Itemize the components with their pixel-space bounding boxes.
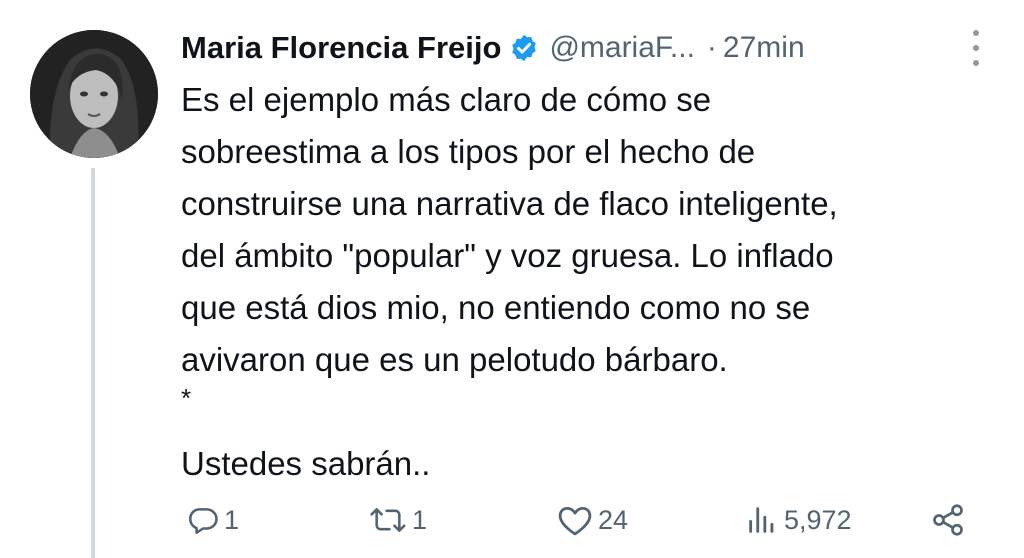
- text-line: construirse una narrativa de flaco intel…: [181, 185, 838, 222]
- text-line: avivaron que es un pelotudo bárbaro.: [181, 341, 728, 378]
- tweet[interactable]: Maria Florencia Freijo @mariaF... · 27mi…: [0, 0, 1024, 558]
- text-line: Ustedes sabrán..: [181, 445, 431, 482]
- separator-dot: ·: [706, 31, 717, 64]
- reply-icon: [188, 508, 218, 535]
- heart-icon: [558, 507, 592, 536]
- avatar-photo: [30, 30, 158, 158]
- share-button[interactable]: [930, 498, 966, 542]
- timestamp[interactable]: 27min: [723, 31, 805, 65]
- text-line: sobreestima a los tipos por el hecho de: [181, 133, 756, 170]
- like-count: 24: [598, 504, 629, 535]
- text-line: que está dios mio, no entiendo como no s…: [181, 289, 811, 326]
- repost-icon: [370, 508, 406, 532]
- repost-button[interactable]: 1: [368, 498, 427, 542]
- reply-button[interactable]: 1: [186, 498, 239, 542]
- reply-count: 1: [224, 504, 240, 535]
- share-icon: [933, 504, 963, 536]
- action-bar: 1 1 24 5,972: [0, 498, 1024, 542]
- avatar[interactable]: [30, 30, 158, 158]
- author-handle[interactable]: @mariaF...: [549, 31, 694, 65]
- text-line: *: [181, 383, 192, 413]
- text-line: Es el ejemplo más claro de cómo se: [181, 81, 712, 118]
- like-button[interactable]: 24: [556, 498, 628, 542]
- verified-badge-icon: [509, 33, 539, 63]
- tweet-text: Es el ejemplo más claro de cómo se sobre…: [181, 74, 1001, 490]
- more-vertical-icon[interactable]: [966, 30, 986, 66]
- views-button[interactable]: 5,972: [744, 498, 852, 542]
- text-line: del ámbito "popular" y voz gruesa. Lo in…: [181, 237, 834, 274]
- views-icon: [749, 507, 774, 533]
- tweet-header: Maria Florencia Freijo @mariaF... · 27mi…: [181, 28, 805, 68]
- views-count: 5,972: [784, 504, 852, 535]
- author-name[interactable]: Maria Florencia Freijo: [181, 30, 501, 66]
- repost-count: 1: [412, 504, 428, 535]
